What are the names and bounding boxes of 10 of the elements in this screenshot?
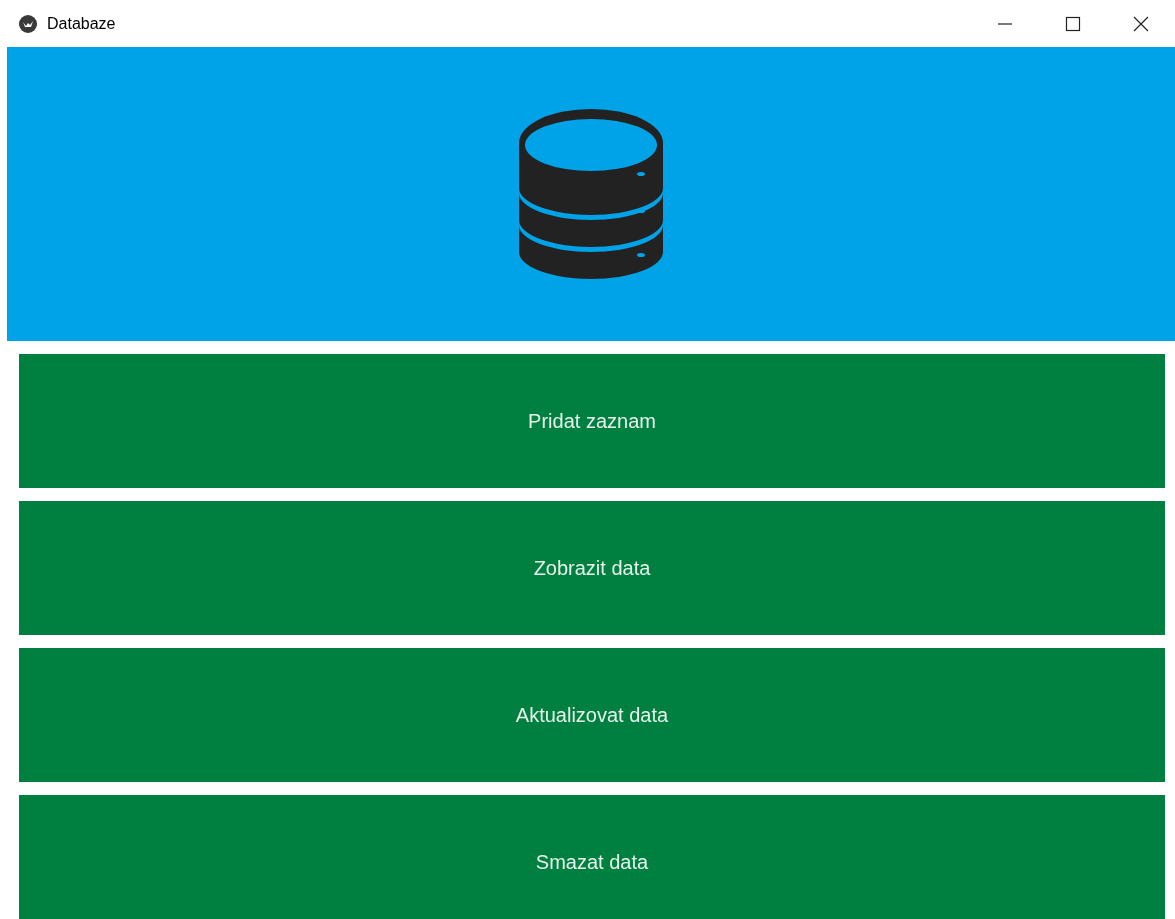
app-icon [19,14,37,33]
close-icon [1133,15,1149,32]
menu-button[interactable]: Aktualizovat data [19,648,1165,782]
minimize-icon [998,22,1012,25]
database-icon [517,107,665,281]
menu-button[interactable]: Zobrazit data [19,501,1165,635]
menu-button[interactable]: Pridat zaznam [19,354,1165,488]
menu-button[interactable]: Smazat data [19,795,1165,919]
maximize-icon [1065,15,1081,32]
window-title: Databaze [47,13,116,34]
